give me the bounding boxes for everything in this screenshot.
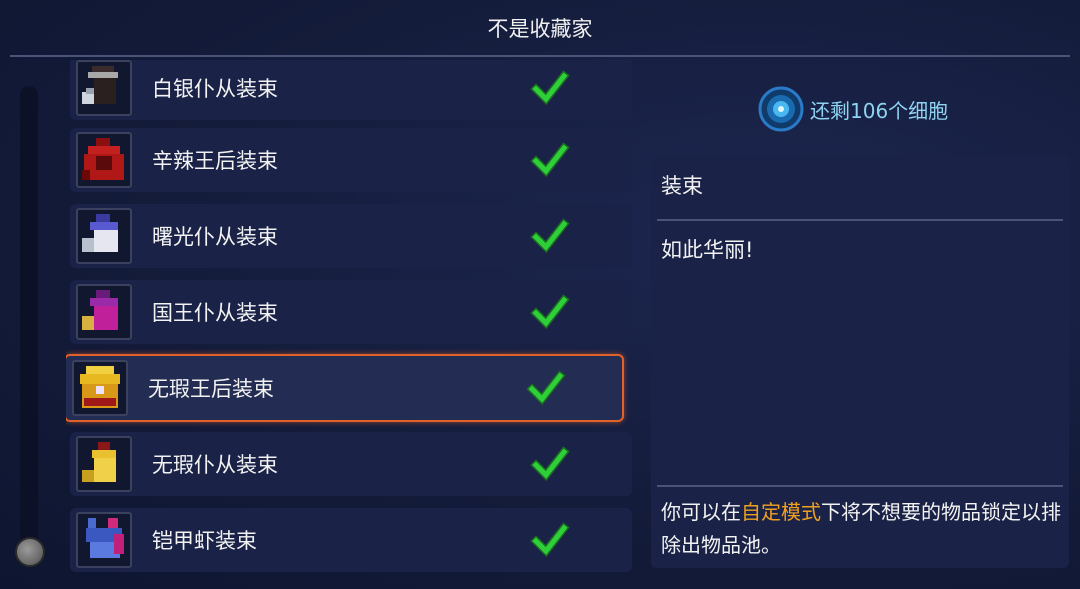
item-name: 无瑕仆从装束 xyxy=(152,453,278,477)
spicy-queen-outfit-icon xyxy=(76,132,132,188)
item-name: 国王仆从装束 xyxy=(152,301,278,325)
divider xyxy=(657,219,1063,221)
dawn-servant-outfit-icon xyxy=(76,208,132,264)
cell-icon xyxy=(758,86,804,132)
item-category: 装束 xyxy=(661,174,703,198)
divider xyxy=(657,485,1063,487)
flawless-servant-outfit-icon xyxy=(76,436,132,492)
checkmark-icon xyxy=(530,218,570,254)
king-servant-outfit-icon xyxy=(76,284,132,340)
flawless-queen-outfit-icon xyxy=(72,360,128,416)
checkmark-icon xyxy=(530,70,570,106)
checkmark-icon xyxy=(526,370,566,406)
item-name: 辛辣王后装束 xyxy=(152,149,278,173)
list-item[interactable]: 白银仆从装束 xyxy=(70,60,632,120)
custom-mode-link: 自定模式 xyxy=(741,500,821,524)
custom-mode-hint: 你可以在自定模式下将不想要的物品锁定以排除出物品池。 xyxy=(661,496,1061,562)
item-name: 无瑕王后装束 xyxy=(148,377,274,401)
item-details-panel: 装束 如此华丽! 你可以在自定模式下将不想要的物品锁定以排除出物品池。 xyxy=(651,156,1069,568)
list-item[interactable]: 铠甲虾装束 xyxy=(70,508,632,572)
outfit-list: 白银仆从装束 辛辣王后装束 曙光仆从装束 国王仆从装束 无瑕王后装束 无瑕仆从装… xyxy=(66,60,634,580)
list-item[interactable]: 辛辣王后装束 xyxy=(70,128,632,192)
item-name: 铠甲虾装束 xyxy=(152,529,257,553)
title-divider xyxy=(10,55,1070,57)
armored-shrimp-outfit-icon xyxy=(76,512,132,568)
checkmark-icon xyxy=(530,294,570,330)
hint-prefix: 你可以在 xyxy=(661,500,741,524)
scrollbar-thumb[interactable] xyxy=(15,537,45,567)
item-description: 如此华丽! xyxy=(661,238,754,262)
silver-servant-outfit-icon xyxy=(76,60,132,116)
list-item[interactable]: 无瑕仆从装束 xyxy=(70,432,632,496)
checkmark-icon xyxy=(530,142,570,178)
cells-counter: 还剩106个细胞 xyxy=(758,84,948,134)
list-item-selected[interactable]: 无瑕王后装束 xyxy=(66,354,624,422)
item-name: 白银仆从装束 xyxy=(152,77,278,101)
page-title-text: 不是收藏家 xyxy=(487,17,593,41)
cells-remaining-text: 还剩106个细胞 xyxy=(810,98,949,123)
item-name: 曙光仆从装束 xyxy=(152,225,278,249)
checkmark-icon xyxy=(530,522,570,558)
page-title: 不是收藏家 xyxy=(0,0,1080,56)
list-item[interactable]: 国王仆从装束 xyxy=(70,280,632,344)
scrollbar-track[interactable] xyxy=(20,86,38,566)
list-item[interactable]: 曙光仆从装束 xyxy=(70,204,632,268)
checkmark-icon xyxy=(530,446,570,482)
